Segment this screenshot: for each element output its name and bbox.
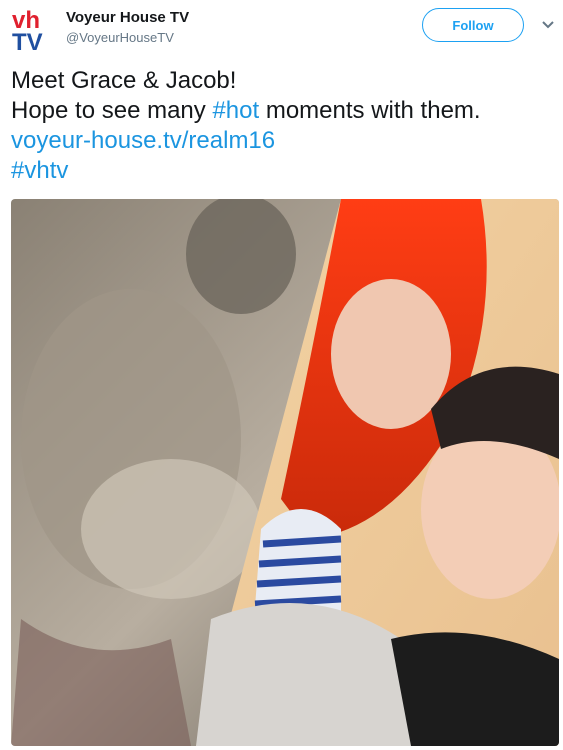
tweet-text: Meet Grace & Jacob! Hope to see many #ho…	[11, 66, 556, 186]
hashtag-vhtv-link[interactable]: #vhtv	[11, 156, 556, 186]
chevron-down-icon[interactable]	[539, 18, 557, 32]
tweet-line-2-suffix: moments with them.	[259, 97, 481, 124]
avatar[interactable]: vh TV	[10, 6, 56, 56]
tweet-line-1: Meet Grace & Jacob!	[11, 67, 237, 94]
tweet-line-2-prefix: Hope to see many	[11, 97, 213, 124]
tweet-line-2: Hope to see many #hot moments with them.	[11, 96, 556, 126]
user-handle[interactable]: @VoyeurHouseTV	[66, 30, 174, 45]
svg-text:TV: TV	[12, 29, 43, 52]
follow-button[interactable]: Follow	[422, 8, 524, 42]
tweet-header: vh TV Voyeur House TV @VoyeurHouseTV Fol…	[0, 0, 563, 60]
display-name[interactable]: Voyeur House TV	[66, 9, 189, 26]
url-link[interactable]: voyeur-house.tv/realm16	[11, 126, 556, 156]
tweet-photo[interactable]	[11, 199, 559, 746]
vhtv-logo-icon: vh TV	[12, 7, 43, 56]
hashtag-hot-link[interactable]: #hot	[212, 97, 259, 124]
